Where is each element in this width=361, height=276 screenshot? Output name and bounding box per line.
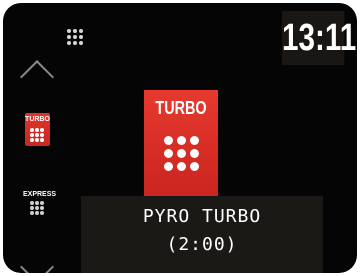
sidebar-item-turbo[interactable]: TURBO (25, 113, 50, 146)
selected-program-icon[interactable]: TURBO (144, 90, 218, 200)
turbo-dots-icon (30, 128, 44, 142)
chevron-up-icon[interactable] (20, 60, 54, 94)
program-name: PYRO TURBO (142, 206, 262, 227)
sidebar-item-label: TURBO (25, 116, 50, 123)
program-info-panel[interactable]: PYRO TURBO (2:00) (81, 196, 323, 273)
sidebar-item-express[interactable]: EXPRESS (23, 191, 57, 217)
sidebar-item-label: EXPRESS (23, 191, 57, 198)
express-dots-icon (30, 201, 44, 215)
program-duration: (2:00) (166, 234, 238, 255)
turbo-dots-large-icon (164, 136, 199, 171)
clock-display: 13:11 (282, 11, 356, 65)
selected-program-icon-label: TURBO (155, 98, 207, 118)
menu-dots-icon[interactable] (67, 29, 83, 45)
oven-screen: 13:11 TURBO EXPRESS TURBO PYRO TURBO (2:… (3, 3, 357, 273)
chevron-down-icon[interactable] (20, 250, 54, 273)
